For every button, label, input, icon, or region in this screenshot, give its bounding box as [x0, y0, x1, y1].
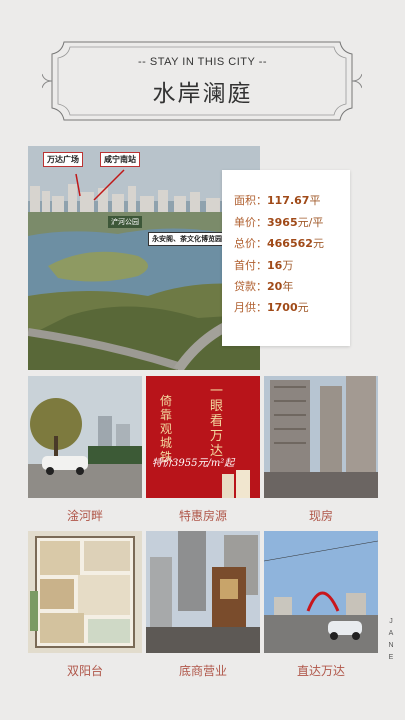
- callout-park: 浐河公园: [108, 216, 142, 228]
- tile-photo-shops[interactable]: [146, 531, 260, 653]
- side-label: JANE: [386, 616, 396, 664]
- floorplan-icon: [28, 531, 142, 653]
- tile-photo-riverside[interactable]: [28, 376, 142, 498]
- info-row-area: 面积：117.67平: [234, 194, 321, 207]
- price-info-card: 面积：117.67平 单价：3965元/平 总价：466562元 首付：16万 …: [222, 170, 350, 346]
- page-title: 水岸澜庭: [152, 81, 253, 107]
- promo-price: 特价3955元/m²起: [152, 458, 235, 469]
- callout-station: 咸宁南站: [100, 152, 140, 167]
- street-photo-icon: [28, 376, 142, 498]
- info-row-total-price: 总价：466562元: [234, 237, 324, 250]
- tile-photo-road[interactable]: [264, 531, 378, 653]
- tile-caption-towers: 现房: [308, 509, 333, 523]
- side-label-text: JANE: [388, 618, 394, 661]
- callout-wanda: 万达广场: [43, 152, 83, 167]
- callout-culture: 永安阁、茶文化博览园: [148, 232, 226, 246]
- promo-line-1: 一眼看万达: [210, 384, 224, 459]
- info-row-monthly: 月供：1700元: [234, 301, 309, 314]
- road-photo-icon: [264, 531, 378, 653]
- tile-photo-towers[interactable]: [264, 376, 378, 498]
- tile-promo[interactable]: 一眼看万达 倚靠观城铁 特价3955元/m²起: [146, 376, 260, 498]
- tile-caption-promo: 特惠房源: [178, 509, 227, 523]
- header-subtitle: -- STAY IN THIS CITY --: [137, 56, 268, 68]
- building-icon: [222, 470, 250, 498]
- shops-photo-icon: [146, 531, 260, 653]
- tile-caption-floorplan: 双阳台: [66, 664, 103, 678]
- info-row-unit-price: 单价：3965元/平: [234, 216, 324, 229]
- info-row-loan: 贷款：20年: [234, 280, 294, 293]
- tile-caption-shops: 底商营业: [178, 664, 227, 678]
- towers-photo-icon: [264, 376, 378, 498]
- tile-caption-road: 直达万达: [296, 664, 345, 678]
- tile-caption-riverside: 淦河畔: [66, 509, 103, 523]
- tile-floorplan[interactable]: [28, 531, 142, 653]
- info-row-down-payment: 首付：16万: [234, 259, 294, 272]
